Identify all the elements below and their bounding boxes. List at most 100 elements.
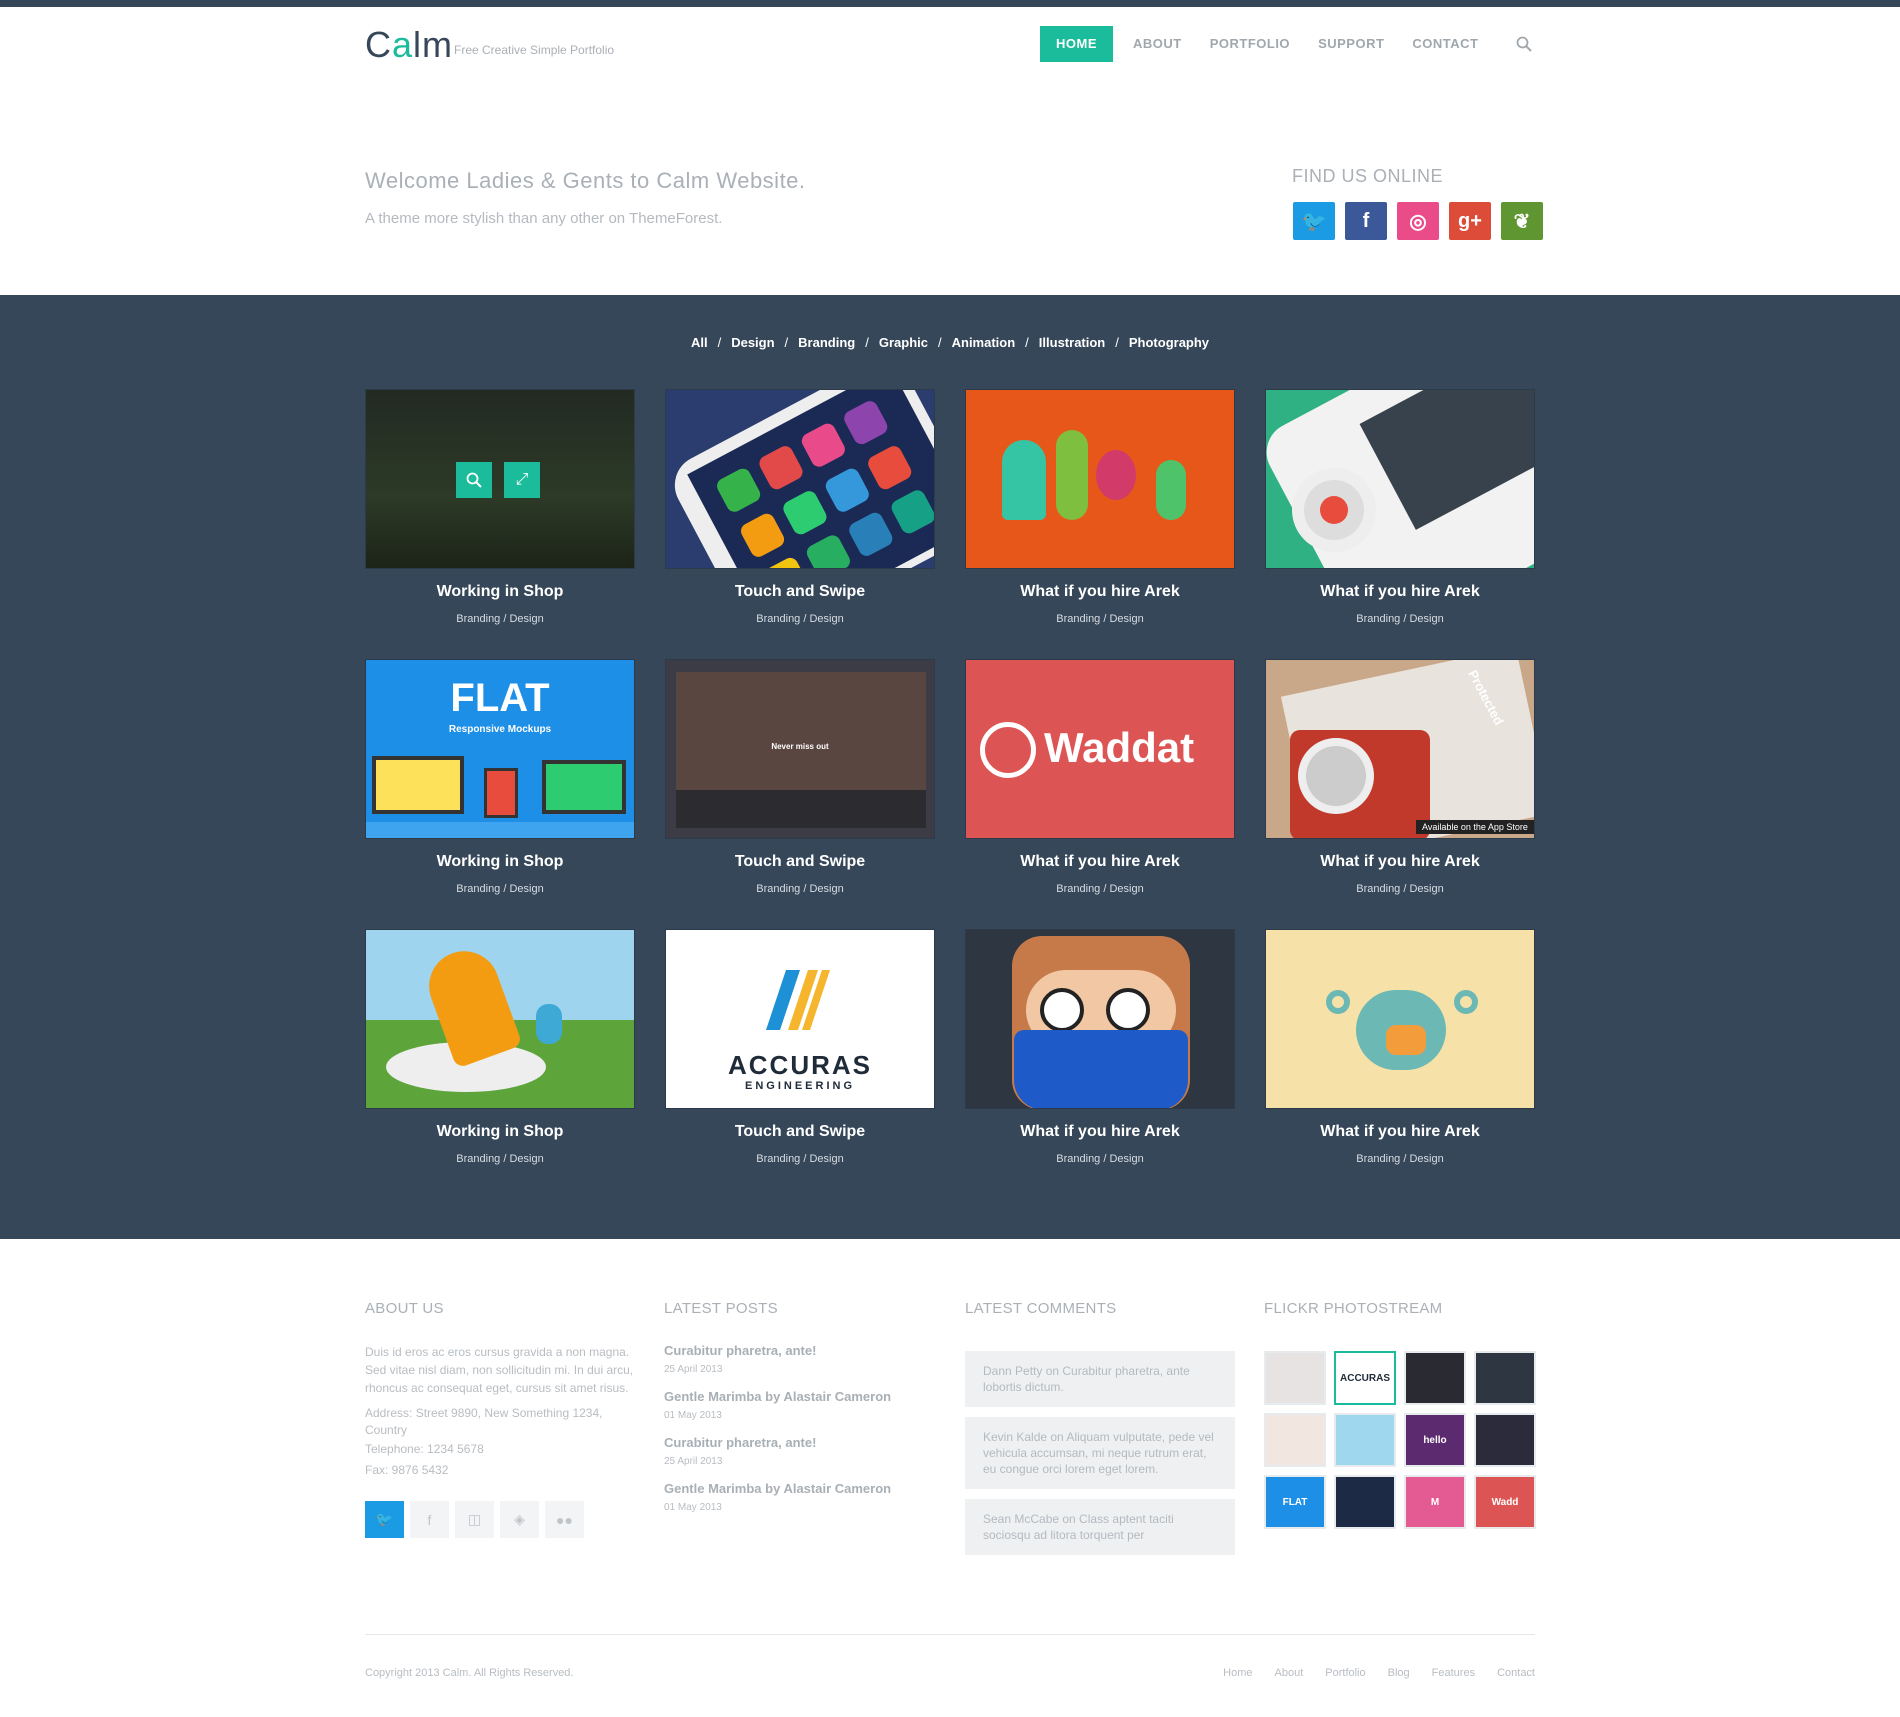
portfolio-item[interactable]: What if you hire Arek Branding / Design xyxy=(1265,929,1535,1199)
portfolio-item-title[interactable]: What if you hire Arek xyxy=(1265,583,1535,601)
about-telephone: Telephone: 1234 5678 xyxy=(365,1442,484,1456)
post-title[interactable]: Curabitur pharetra, ante! xyxy=(664,1435,934,1450)
footer-link-portfolio[interactable]: Portfolio xyxy=(1325,1667,1365,1679)
portfolio-item-category: Branding / Design xyxy=(756,613,844,625)
flickr-photo[interactable]: Wadd xyxy=(1474,1475,1536,1529)
flickr-photo[interactable] xyxy=(1404,1351,1466,1405)
footer-twitter-icon[interactable]: 🐦 xyxy=(365,1501,404,1538)
footer-link-about[interactable]: About xyxy=(1275,1667,1304,1679)
filter-branding[interactable]: Branding xyxy=(798,335,855,350)
portfolio-item[interactable]: Touch and Swipe Branding / Design xyxy=(665,389,935,659)
portfolio-item-title[interactable]: Working in Shop xyxy=(365,853,635,871)
thumb-flat-subtitle: Responsive Mockups xyxy=(448,724,552,735)
portfolio-item-title[interactable]: Working in Shop xyxy=(365,583,635,601)
post-date: 01 May 2013 xyxy=(664,1502,722,1513)
flickr-photo[interactable] xyxy=(1334,1413,1396,1467)
portfolio-thumbnail[interactable]: Never miss out xyxy=(665,659,935,839)
portfolio-thumbnail[interactable]: Waddat xyxy=(965,659,1235,839)
post-title[interactable]: Curabitur pharetra, ante! xyxy=(664,1343,934,1358)
footer-flickr-icon[interactable]: ●● xyxy=(545,1501,584,1538)
portfolio-item[interactable]: Waddat What if you hire Arek Branding / De… xyxy=(965,659,1235,929)
comment-item[interactable]: Dann Petty on Curabitur pharetra, ante l… xyxy=(965,1351,1235,1407)
post-date: 25 April 2013 xyxy=(664,1456,723,1467)
nav-portfolio[interactable]: PORTFOLIO xyxy=(1196,26,1304,62)
portfolio-item[interactable]: What if you hire Arek Branding / Design xyxy=(1265,389,1535,659)
flickr-photo[interactable] xyxy=(1264,1351,1326,1405)
flickr-photo[interactable] xyxy=(1334,1475,1396,1529)
footer-facebook-icon[interactable]: f xyxy=(410,1501,449,1538)
post-item: Curabitur pharetra, ante! 25 April 2013 xyxy=(664,1343,934,1375)
portfolio-item-title[interactable]: Touch and Swipe xyxy=(665,853,935,871)
portfolio-item[interactable]: What if you hire Arek Branding / Design xyxy=(965,389,1235,659)
filter-design[interactable]: Design xyxy=(731,335,774,350)
post-title[interactable]: Gentle Marimba by Alastair Cameron xyxy=(664,1481,934,1496)
post-title[interactable]: Gentle Marimba by Alastair Cameron xyxy=(664,1389,934,1404)
portfolio-thumbnail[interactable] xyxy=(1265,389,1535,569)
portfolio-item[interactable]: Never miss out Touch and Swipe Branding / … xyxy=(665,659,935,929)
googleplus-icon[interactable]: g+ xyxy=(1449,202,1491,240)
portfolio-thumbnail[interactable]: FLAT Responsive Mockups xyxy=(365,659,635,839)
portfolio-item-title[interactable]: What if you hire Arek xyxy=(1265,853,1535,871)
footer-link-blog[interactable]: Blog xyxy=(1388,1667,1410,1679)
flickr-photo[interactable]: M xyxy=(1404,1475,1466,1529)
expand-button[interactable]: ⤢ xyxy=(504,462,540,498)
twitter-icon[interactable]: 🐦 xyxy=(1293,202,1335,240)
footer-link-features[interactable]: Features xyxy=(1432,1667,1475,1679)
portfolio-item-title[interactable]: What if you hire Arek xyxy=(965,853,1235,871)
portfolio-thumbnail[interactable]: ⤢ xyxy=(365,389,635,569)
footer-forrst-icon[interactable]: ◈ xyxy=(500,1501,539,1538)
portfolio-thumbnail[interactable] xyxy=(965,389,1235,569)
filter-all[interactable]: All xyxy=(691,335,708,350)
portfolio-thumbnail[interactable] xyxy=(365,929,635,1109)
flickr-photo[interactable]: ACCURAS xyxy=(1334,1351,1396,1405)
flickr-photo[interactable] xyxy=(1474,1413,1536,1467)
nav-about[interactable]: ABOUT xyxy=(1119,26,1196,62)
zoom-button[interactable] xyxy=(456,462,492,498)
post-date: 01 May 2013 xyxy=(664,1410,722,1421)
social-links: 🐦 f ◎ g+ ❦ xyxy=(1293,202,1543,240)
filter-illustration[interactable]: Illustration xyxy=(1039,335,1105,350)
portfolio-item-category: Branding / Design xyxy=(456,613,544,625)
portfolio-item[interactable]: Protected Available on the App Store What … xyxy=(1265,659,1535,929)
comment-item[interactable]: Sean McCabe on Class aptent taciti socio… xyxy=(965,1499,1235,1555)
site-logo[interactable]: Calm xyxy=(365,24,453,66)
portfolio-item[interactable]: FLAT Responsive Mockups Working in Shop Bra… xyxy=(365,659,635,929)
filter-animation[interactable]: Animation xyxy=(952,335,1016,350)
flickr-photo[interactable]: FLAT xyxy=(1264,1475,1326,1529)
portfolio-item[interactable]: What if you hire Arek Branding / Design xyxy=(965,929,1235,1199)
dribbble-icon[interactable]: ◎ xyxy=(1397,202,1439,240)
footer-link-home[interactable]: Home xyxy=(1223,1667,1252,1679)
portfolio-item-title[interactable]: What if you hire Arek xyxy=(965,1123,1235,1141)
flickr-photo[interactable] xyxy=(1474,1351,1536,1405)
filter-separator: / xyxy=(1025,335,1029,350)
facebook-icon[interactable]: f xyxy=(1345,202,1387,240)
nav-home[interactable]: HOME xyxy=(1040,26,1113,62)
filter-photography[interactable]: Photography xyxy=(1129,335,1209,350)
envato-icon[interactable]: ❦ xyxy=(1501,202,1543,240)
footer-instagram-icon[interactable]: ◫ xyxy=(455,1501,494,1538)
comment-item[interactable]: Kevin Kalde on Aliquam vulputate, pede v… xyxy=(965,1417,1235,1489)
portfolio-item-title[interactable]: Touch and Swipe xyxy=(665,583,935,601)
search-icon[interactable] xyxy=(1516,36,1532,52)
filter-graphic[interactable]: Graphic xyxy=(879,335,928,350)
nav-contact[interactable]: CONTACT xyxy=(1398,26,1492,62)
portfolio-thumbnail[interactable] xyxy=(965,929,1235,1109)
portfolio-item[interactable]: Working in Shop Branding / Design xyxy=(365,929,635,1199)
flickr-grid: ACCURAS hello FLAT M Wadd xyxy=(1264,1351,1536,1529)
portfolio-item[interactable]: ⤢ Working in Shop Branding / Design xyxy=(365,389,635,659)
portfolio-thumbnail[interactable] xyxy=(665,389,935,569)
flickr-photo[interactable] xyxy=(1264,1413,1326,1467)
portfolio-thumbnail[interactable]: ACCURAS ENGINEERING xyxy=(665,929,935,1109)
portfolio-item-title[interactable]: Touch and Swipe xyxy=(665,1123,935,1141)
welcome-subtitle: A theme more stylish than any other on T… xyxy=(365,210,723,227)
portfolio-item-title[interactable]: What if you hire Arek xyxy=(965,583,1235,601)
portfolio-item-title[interactable]: Working in Shop xyxy=(365,1123,635,1141)
portfolio-item[interactable]: ACCURAS ENGINEERING Touch and Swipe Brandin… xyxy=(665,929,935,1199)
portfolio-thumbnail[interactable] xyxy=(1265,929,1535,1109)
comments-title: LATEST COMMENTS xyxy=(965,1300,1117,1317)
nav-support[interactable]: SUPPORT xyxy=(1304,26,1398,62)
flickr-photo[interactable]: hello xyxy=(1404,1413,1466,1467)
portfolio-item-title[interactable]: What if you hire Arek xyxy=(1265,1123,1535,1141)
portfolio-thumbnail[interactable]: Protected Available on the App Store xyxy=(1265,659,1535,839)
footer-link-contact[interactable]: Contact xyxy=(1497,1667,1535,1679)
